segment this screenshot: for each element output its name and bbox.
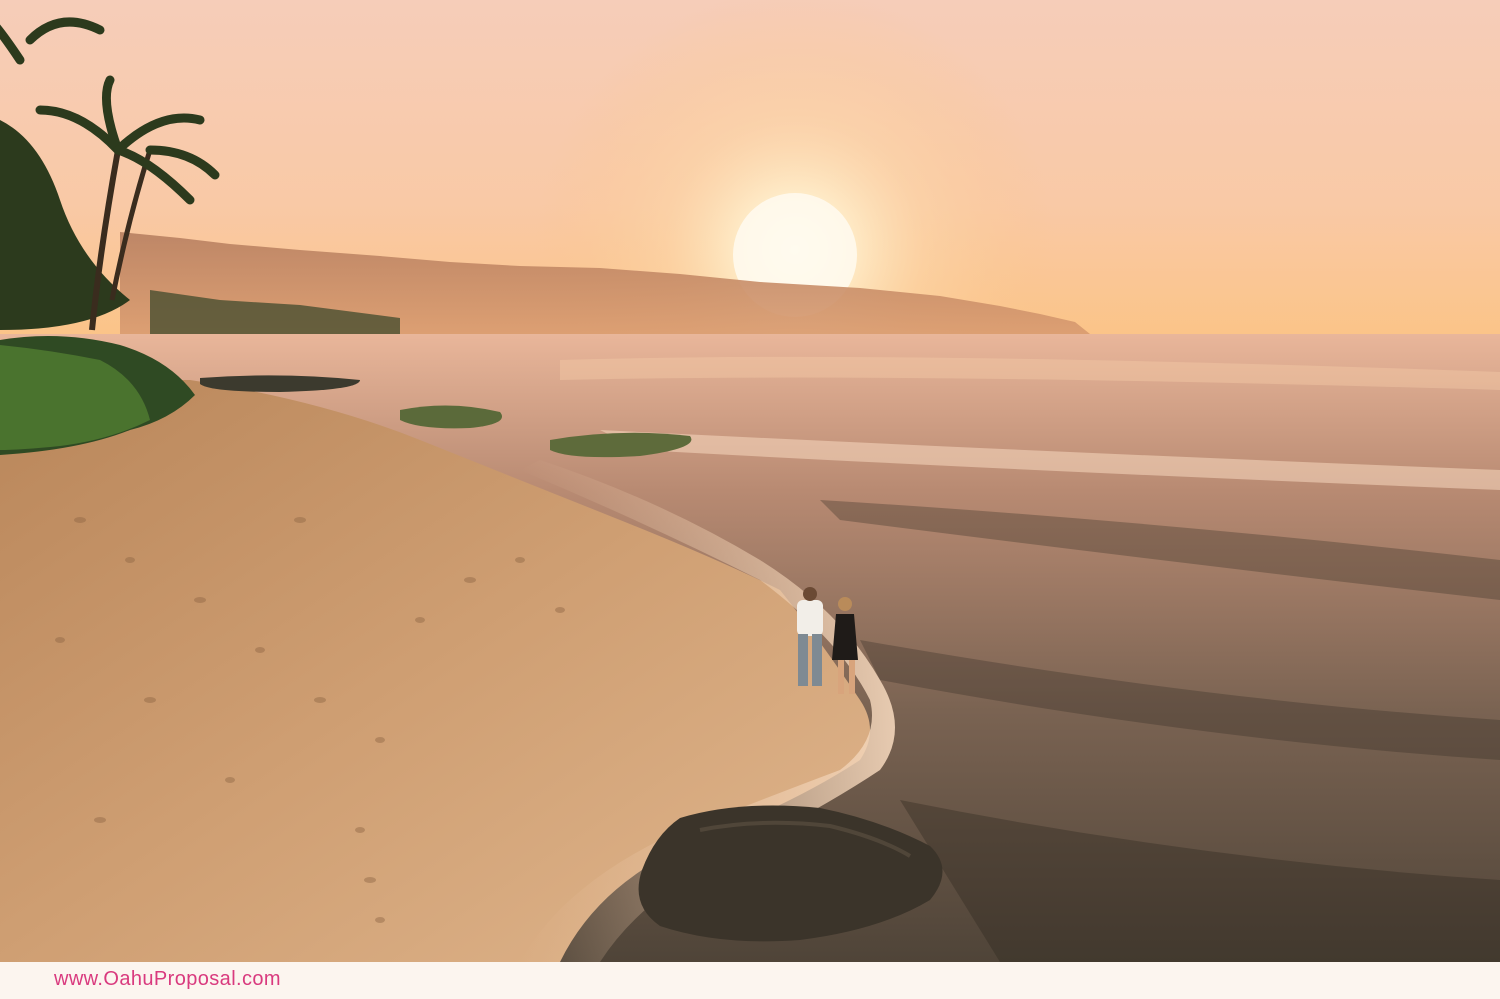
beach-sunset-photo [0, 0, 1500, 999]
watermark-text: www.OahuProposal.com [54, 968, 281, 990]
